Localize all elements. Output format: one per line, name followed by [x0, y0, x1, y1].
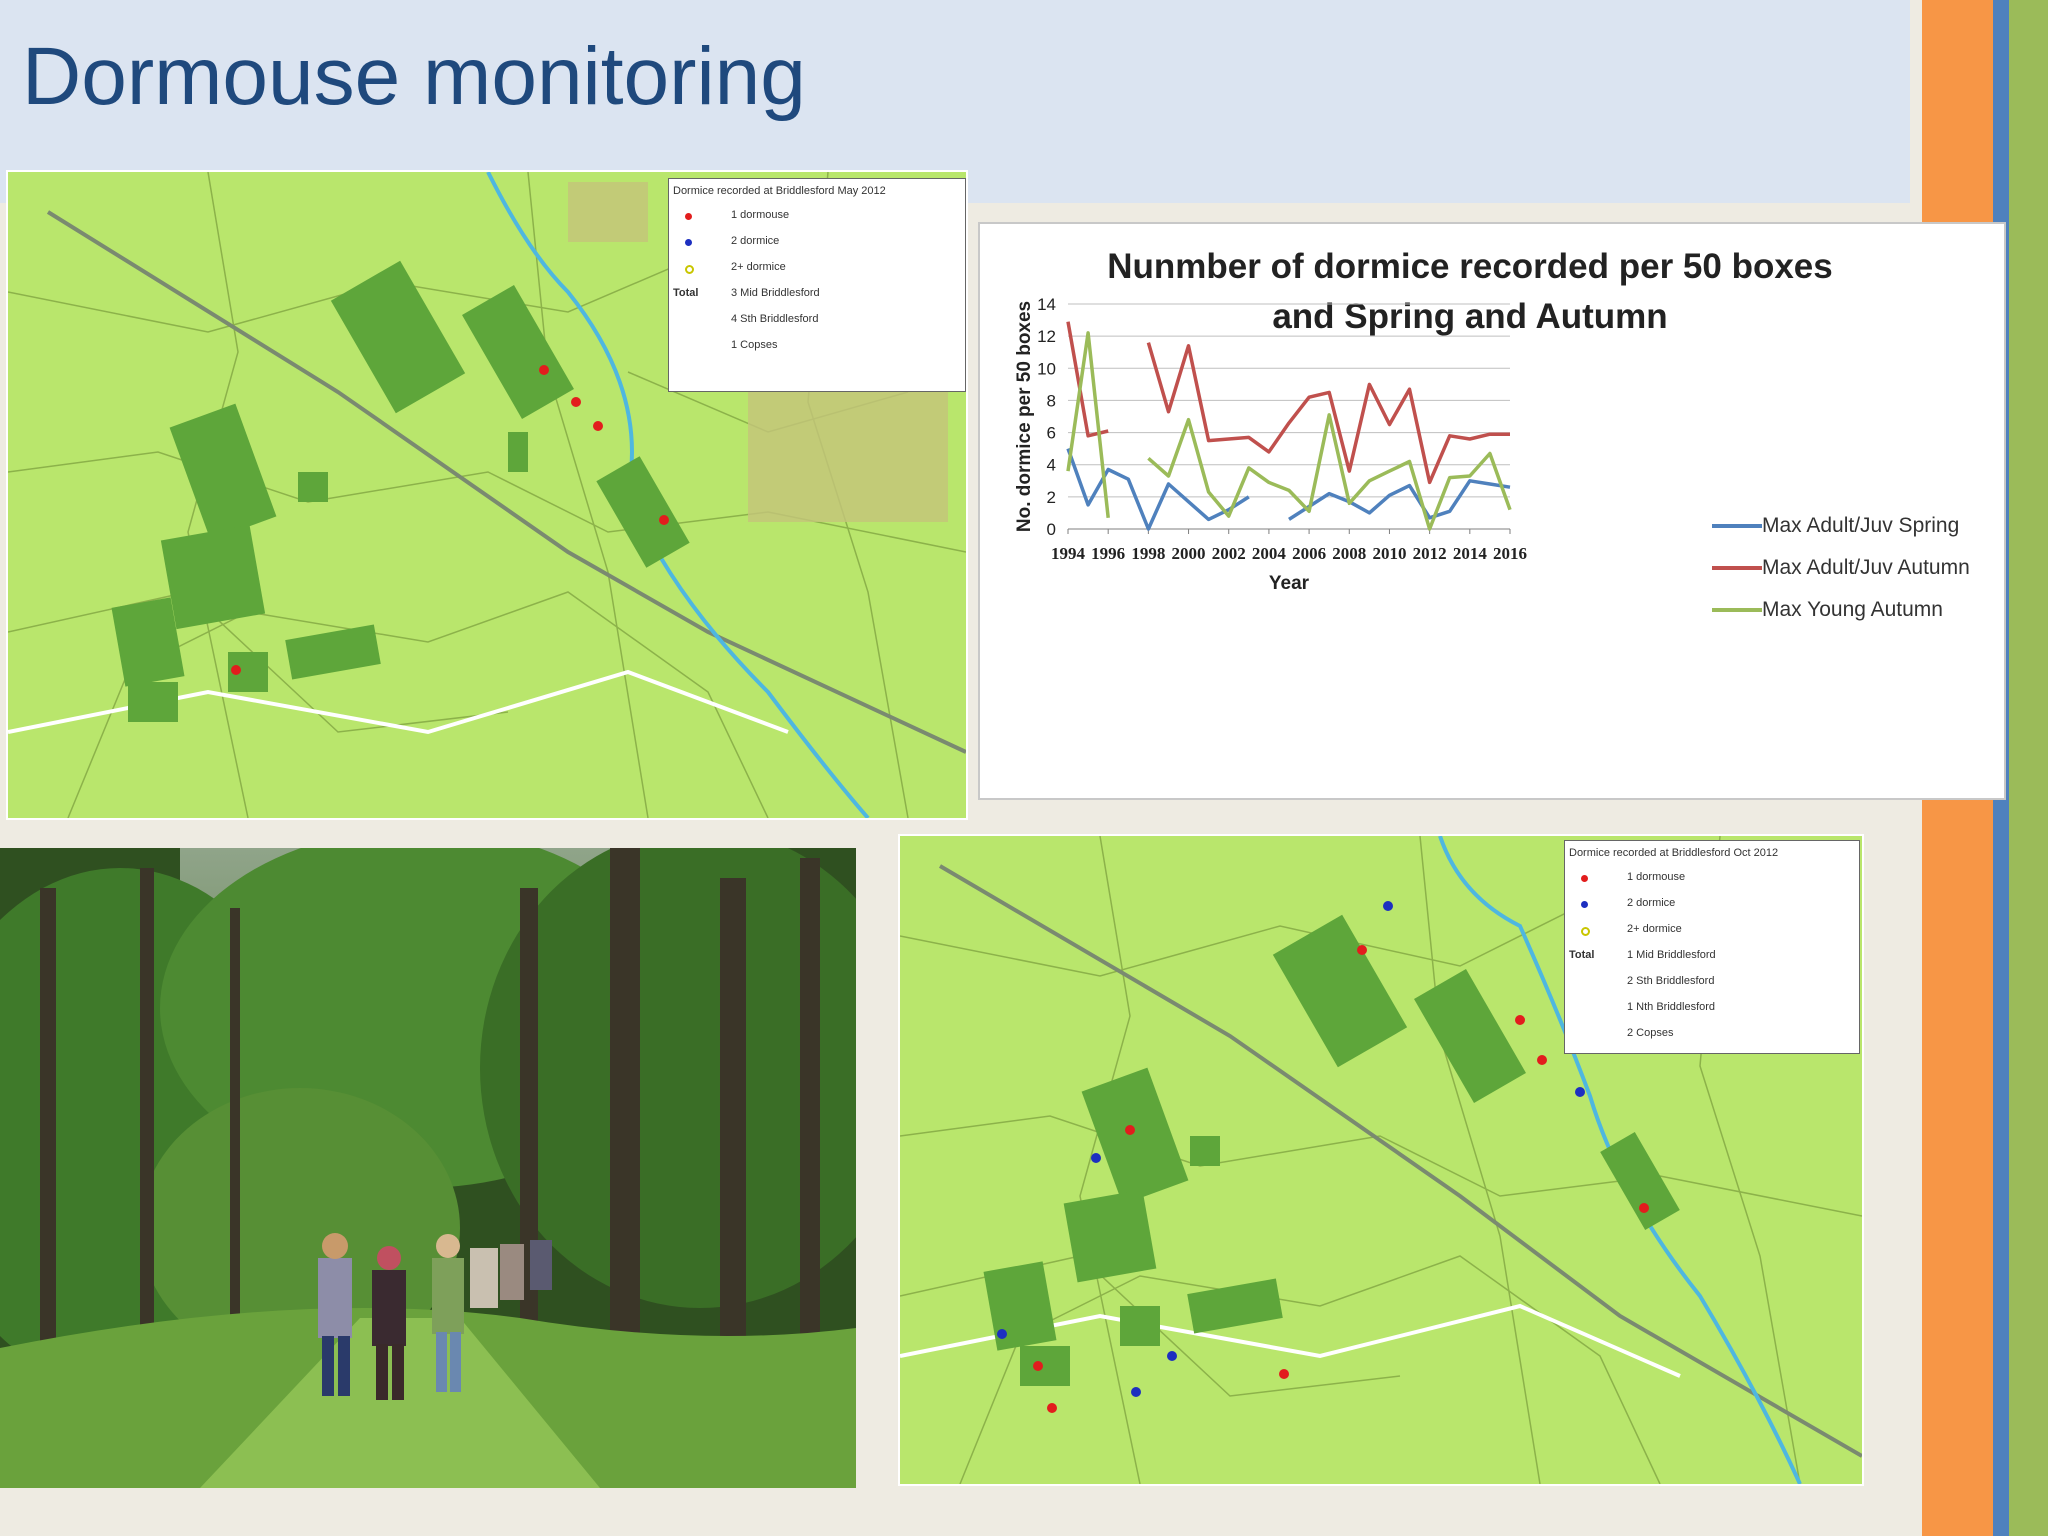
green-stripe: [2009, 0, 2048, 1536]
chart-plot: 0 2 4 6 8 10 12 14 1994 1996 1998 2000 2002 2004 2006 2…: [1014, 295, 1527, 594]
x-tick-label: 2004: [1252, 544, 1287, 563]
legend-total: 2 Copses: [1627, 1027, 1674, 1039]
x-tick-label: 1998: [1131, 544, 1165, 563]
legend-total: 3 Mid Briddlesford: [731, 287, 820, 299]
x-tick-label: 1994: [1051, 544, 1086, 563]
x-tick-label: 2006: [1292, 544, 1326, 563]
y-axis-label: No. dormice per 50 boxes: [1014, 301, 1035, 532]
x-tick-label: 2002: [1212, 544, 1246, 563]
legend-row: 2+ dormice: [731, 261, 786, 273]
photo-drawing: [0, 848, 856, 1488]
y-tick-label: 6: [1047, 424, 1056, 443]
series-line: [1288, 479, 1511, 521]
woodland-walk-photo: [0, 848, 856, 1488]
legend-total: 1 Copses: [731, 339, 778, 351]
x-tick-label: 2010: [1372, 544, 1406, 563]
y-tick-label: 14: [1037, 295, 1056, 314]
y-tick-label: 10: [1037, 359, 1056, 378]
blue-dot-icon: [1581, 901, 1588, 908]
legend-title: Dormice recorded at Briddlesford May 201…: [673, 185, 886, 197]
series-line: [1146, 342, 1510, 485]
legend-label-autumn: Max Adult/Juv Autumn: [1762, 556, 1970, 579]
legend-total: 1 Nth Briddlesford: [1627, 1001, 1716, 1013]
dormice-chart: Nunmber of dormice recorded per 50 boxes…: [978, 222, 2006, 800]
legend-swatch-autumn: [1712, 566, 1762, 570]
legend-item-young: Max Young Autumn: [1712, 598, 1943, 622]
y-tick-label: 8: [1047, 391, 1056, 410]
y-tick-label: 12: [1037, 327, 1056, 346]
x-axis-label: Year: [1269, 573, 1310, 594]
x-tick-label: 2012: [1413, 544, 1447, 563]
map-may-legend: Dormice recorded at Briddlesford May 201…: [668, 178, 966, 392]
x-tick-label: 2016: [1493, 544, 1527, 563]
series-line: [1066, 448, 1250, 531]
blue-dot-icon: [685, 239, 692, 246]
legend-total-label: Total: [673, 287, 699, 299]
legend-row: 1 dormouse: [731, 209, 790, 221]
y-tick-label: 0: [1047, 520, 1056, 539]
legend-row: 2 dormice: [731, 235, 780, 247]
dormouse-map-oct: Dormice recorded at Briddlesford Oct 201…: [898, 834, 1864, 1486]
y-tick-label: 4: [1047, 456, 1056, 475]
legend-row: 1 dormouse: [1627, 871, 1686, 883]
legend-swatch-young: [1712, 608, 1762, 612]
y-tick-label: 2: [1047, 488, 1056, 507]
map-oct-legend: Dormice recorded at Briddlesford Oct 201…: [1564, 840, 1860, 1054]
red-dot-icon: [685, 213, 692, 220]
dormouse-map-may: Dormice recorded at Briddlesford May 201…: [6, 170, 968, 820]
legend-label-spring: Max Adult/Juv Spring: [1762, 514, 1960, 537]
x-tick-label: 2000: [1172, 544, 1206, 563]
legend-label-young: Max Young Autumn: [1762, 598, 1943, 621]
legend-total: 4 Sth Briddlesford: [731, 313, 819, 325]
legend-total: 2 Sth Briddlesford: [1627, 975, 1715, 987]
legend-total-label: Total: [1569, 949, 1595, 961]
yellow-ring-icon: [1581, 927, 1590, 936]
legend-total: 1 Mid Briddlesford: [1627, 949, 1716, 961]
x-tick-label: 2008: [1332, 544, 1366, 563]
legend-swatch-spring: [1712, 524, 1762, 528]
yellow-ring-icon: [685, 265, 694, 274]
page-title: Dormouse monitoring: [22, 31, 806, 122]
legend-item-spring: Max Adult/Juv Spring: [1712, 514, 1959, 538]
legend-row: 2 dormice: [1627, 897, 1676, 909]
red-dot-icon: [1581, 875, 1588, 882]
x-tick-label: 2014: [1453, 544, 1488, 563]
legend-item-autumn: Max Adult/Juv Autumn: [1712, 556, 1970, 580]
legend-title: Dormice recorded at Briddlesford Oct 201…: [1569, 847, 1779, 859]
x-tick-label: 1996: [1091, 544, 1125, 563]
legend-row: 2+ dormice: [1627, 923, 1682, 935]
